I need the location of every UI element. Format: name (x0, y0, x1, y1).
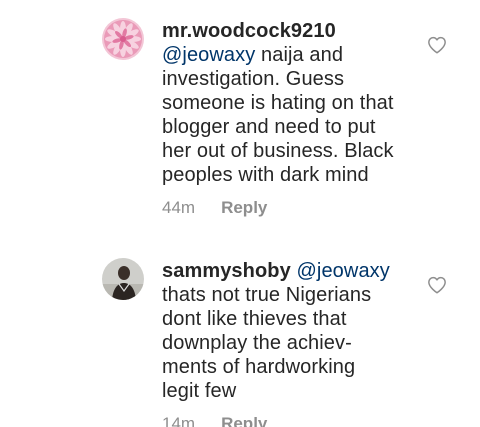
comment-username[interactable]: mr.woodcock9210 (162, 20, 336, 42)
comment-body: sammyshoby @jeowaxy thats not true Niger… (162, 259, 412, 403)
reply-button[interactable]: Reply (221, 198, 267, 217)
comment-timestamp: 14m (162, 414, 196, 427)
comment-timestamp: 44m (162, 198, 196, 217)
comment-text-line: thats not true Nigerians (162, 284, 372, 306)
comment-username-line: sammyshoby @jeowaxy (162, 259, 412, 283)
comment-mention[interactable]: @jeowaxy (162, 44, 255, 66)
reply-button[interactable]: Reply (221, 414, 267, 427)
comment-meta: 14m Reply (162, 414, 267, 427)
heart-outline-icon[interactable] (427, 276, 447, 294)
comment-text-line: peoples with dark mind (162, 164, 369, 186)
comment-text-line: downplay the achiev- (162, 332, 352, 354)
person-photo-avatar-icon (102, 258, 144, 300)
comment-text-line: someone is hating on that (162, 92, 394, 114)
comment-text-line: ments of hardworking (162, 356, 356, 378)
comment-text-line: her out of business. Black (162, 140, 394, 162)
comment-text-line: investigation. Guess (162, 68, 345, 90)
comment-username[interactable]: sammyshoby (162, 260, 291, 282)
comment-body: mr.woodcock9210 @jeowaxy naija and inves… (162, 19, 412, 187)
comment-username-line: mr.woodcock9210 (162, 19, 412, 43)
comment-meta: 44m Reply (162, 198, 267, 218)
comment-text-first: naija and (255, 44, 344, 66)
user-avatar[interactable] (102, 258, 144, 300)
heart-outline-icon[interactable] (427, 36, 447, 54)
comment-text-line: dont like thieves that (162, 308, 347, 330)
user-avatar[interactable] (102, 18, 144, 60)
pink-flower-avatar-icon (102, 18, 144, 60)
comment-first-line: @jeowaxy naija and (162, 43, 412, 67)
comment-text-line: legit few (162, 380, 237, 402)
comment-text-line: blogger and need to put (162, 116, 376, 138)
comment-mention[interactable]: @jeowaxy (297, 260, 390, 282)
